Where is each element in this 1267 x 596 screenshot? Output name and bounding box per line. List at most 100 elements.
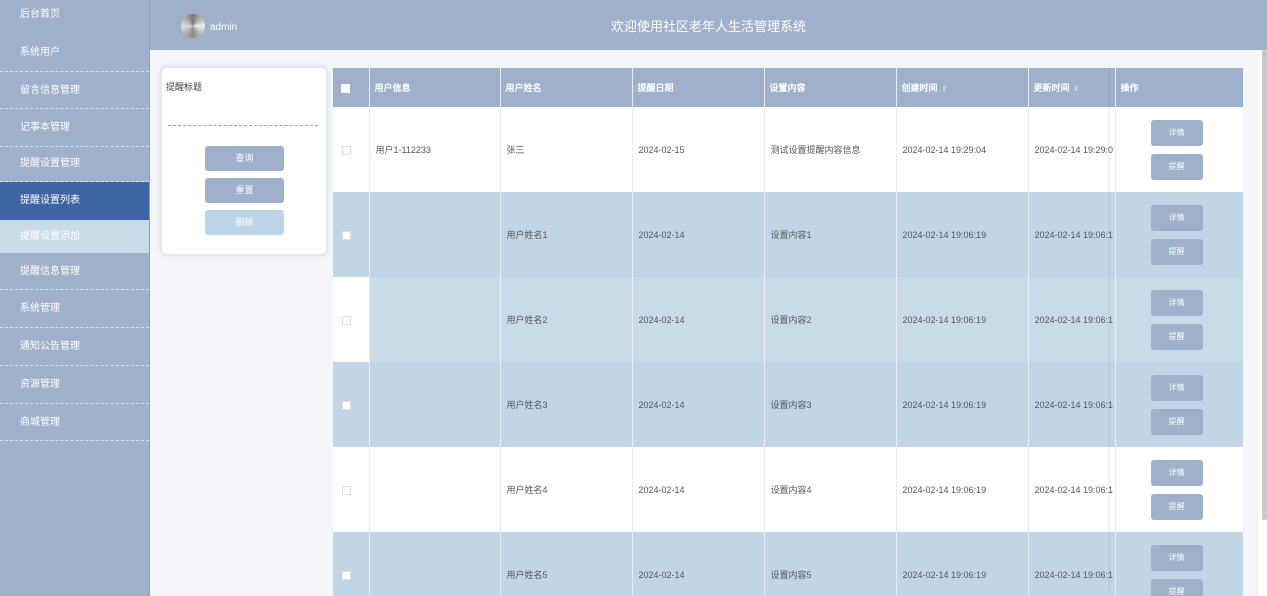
- sidebar-item-messages[interactable]: 留言信息管理: [0, 72, 149, 110]
- select-all-checkbox[interactable]: [341, 83, 350, 93]
- sidebar-item-system[interactable]: 系统管理: [0, 290, 149, 329]
- cell-user-name: 用户姓名3: [500, 362, 633, 447]
- cell-content: 设置内容5: [764, 532, 897, 596]
- cell-user-info: [369, 532, 501, 596]
- sidebar-item-reminder-list[interactable]: 提醒设置列表: [0, 182, 149, 220]
- table-row: 用户姓名3 2024-02-14 设置内容3 2024-02-14 19:06:…: [333, 362, 1243, 447]
- cell-user-name: 用户姓名2: [500, 277, 633, 362]
- cell-actions: 详情 提醒: [1115, 447, 1243, 532]
- header-content: 设置内容: [764, 68, 897, 107]
- header-user-name: 用户姓名: [500, 68, 633, 107]
- detail-button[interactable]: 详情: [1150, 204, 1203, 231]
- remind-button[interactable]: 提醒: [1150, 323, 1203, 350]
- cell-user-info: [369, 192, 501, 277]
- table-header-row: 用户信息 用户姓名 提醒日期 设置内容 创建时间 ⇕ 更新时间 ⇕ 操作: [333, 68, 1243, 107]
- cell-updated: 2024-02-14 19:06:1: [1028, 532, 1116, 596]
- header-actions: 操作: [1115, 68, 1243, 107]
- sidebar-item-reminder-settings[interactable]: 提醒设置管理: [0, 147, 149, 183]
- cell-actions: 详情 提醒: [1115, 277, 1243, 362]
- cell-user-info: [369, 447, 501, 532]
- header-created-label: 创建时间: [901, 83, 938, 93]
- header-remind-date: 提醒日期: [632, 68, 765, 107]
- cell-user-name: 张三: [500, 107, 633, 192]
- cell-remind-date: 2024-02-14: [632, 447, 765, 532]
- page-title: 欢迎使用社区老年人生活管理系统: [610, 19, 806, 34]
- table-row: 用户1-112233 张三 2024-02-15 测试设置提醒内容信息 2024…: [333, 107, 1243, 192]
- query-button[interactable]: 查询: [205, 146, 284, 171]
- search-input[interactable]: [168, 112, 318, 126]
- header-created[interactable]: 创建时间 ⇕: [896, 68, 1029, 107]
- search-label: 提醒标题: [166, 82, 203, 92]
- detail-button[interactable]: 详情: [1150, 119, 1203, 146]
- cell-created: 2024-02-14 19:29:04: [896, 107, 1029, 192]
- sort-icon[interactable]: ⇕: [1074, 86, 1080, 93]
- detail-button[interactable]: 详情: [1150, 374, 1203, 401]
- row-checkbox[interactable]: [342, 485, 351, 495]
- cell-user-name: 用户姓名5: [500, 532, 633, 596]
- table-row: 用户姓名4 2024-02-14 设置内容4 2024-02-14 19:06:…: [333, 447, 1243, 532]
- remind-button[interactable]: 提醒: [1150, 408, 1203, 435]
- fixed-column-shadow: [1108, 68, 1111, 596]
- cell-updated: 2024-02-14 19:06:1: [1028, 277, 1116, 362]
- header-user-info: 用户信息: [369, 68, 501, 107]
- row-checkbox[interactable]: [342, 145, 351, 155]
- delete-button[interactable]: 删除: [205, 210, 284, 235]
- cell-updated: 2024-02-14 19:06:1: [1028, 362, 1116, 447]
- sort-icon[interactable]: ⇕: [942, 86, 948, 93]
- sidebar-item-system-users[interactable]: 系统用户: [0, 34, 149, 72]
- table-row: 用户姓名2 2024-02-14 设置内容2 2024-02-14 19:06:…: [333, 277, 1243, 362]
- vertical-scrollbar[interactable]: [1262, 50, 1267, 520]
- top-header: admin 欢迎使用社区老年人生活管理系统: [150, 0, 1267, 50]
- row-checkbox[interactable]: [342, 570, 351, 580]
- sidebar-item-notebook[interactable]: 记事本管理: [0, 109, 149, 148]
- detail-button[interactable]: 详情: [1150, 459, 1203, 486]
- cell-remind-date: 2024-02-14: [632, 277, 765, 362]
- reminder-table: 用户信息 用户姓名 提醒日期 设置内容 创建时间 ⇕ 更新时间 ⇕ 操作 用户1-1…: [333, 68, 1243, 596]
- cell-remind-date: 2024-02-14: [632, 532, 765, 596]
- cell-content: 设置内容4: [764, 447, 897, 532]
- cell-actions: 详情 提醒: [1115, 532, 1243, 596]
- table-row: 用户姓名5 2024-02-14 设置内容5 2024-02-14 19:06:…: [333, 532, 1243, 596]
- remind-button[interactable]: 提醒: [1150, 238, 1203, 265]
- cell-updated: 2024-02-14 19:29:0: [1028, 107, 1116, 192]
- detail-button[interactable]: 详情: [1150, 289, 1203, 316]
- header-updated[interactable]: 更新时间 ⇕: [1028, 68, 1116, 107]
- reset-button[interactable]: 重置: [205, 178, 284, 203]
- sidebar-item-notices[interactable]: 通知公告管理: [0, 328, 149, 366]
- remind-button[interactable]: 提醒: [1150, 153, 1203, 180]
- sidebar: 后台首页 系统用户 留言信息管理 记事本管理 提醒设置管理 提醒设置列表 提醒设…: [0, 0, 150, 596]
- cell-created: 2024-02-14 19:06:19: [896, 277, 1029, 362]
- sidebar-item-resources[interactable]: 资源管理: [0, 366, 149, 404]
- table-row: 用户姓名1 2024-02-14 设置内容1 2024-02-14 19:06:…: [333, 192, 1243, 277]
- cell-actions: 详情 提醒: [1115, 192, 1243, 277]
- cell-remind-date: 2024-02-15: [632, 107, 765, 192]
- remind-button[interactable]: 提醒: [1150, 578, 1203, 596]
- sidebar-item-home[interactable]: 后台首页: [0, 0, 149, 34]
- cell-content: 设置内容1: [764, 192, 897, 277]
- detail-button[interactable]: 详情: [1150, 544, 1203, 571]
- sidebar-item-reminder-add[interactable]: 提醒设置添加: [0, 219, 149, 253]
- sidebar-item-reminder-info[interactable]: 提醒信息管理: [0, 253, 149, 291]
- cell-content: 测试设置提醒内容信息: [764, 107, 897, 192]
- cell-user-info: 用户1-112233: [369, 107, 501, 192]
- cell-content: 设置内容3: [764, 362, 897, 447]
- cell-created: 2024-02-14 19:06:19: [896, 192, 1029, 277]
- cell-user-name: 用户姓名4: [500, 447, 633, 532]
- cell-created: 2024-02-14 19:06:19: [896, 532, 1029, 596]
- cell-created: 2024-02-14 19:06:19: [896, 362, 1029, 447]
- cell-user-info: [369, 362, 501, 447]
- sidebar-item-mall[interactable]: 商城管理: [0, 404, 149, 442]
- row-checkbox[interactable]: [342, 230, 351, 240]
- remind-button[interactable]: 提醒: [1150, 493, 1203, 520]
- row-checkbox[interactable]: [342, 400, 351, 410]
- search-panel: 提醒标题 查询 重置 删除: [161, 67, 327, 255]
- cell-user-info: [369, 277, 501, 362]
- cell-content: 设置内容2: [764, 277, 897, 362]
- cell-remind-date: 2024-02-14: [632, 362, 765, 447]
- cell-updated: 2024-02-14 19:06:1: [1028, 447, 1116, 532]
- cell-updated: 2024-02-14 19:06:1: [1028, 192, 1116, 277]
- cell-actions: 详情 提醒: [1115, 107, 1243, 192]
- cell-user-name: 用户姓名1: [500, 192, 633, 277]
- row-checkbox[interactable]: [342, 315, 351, 325]
- header-updated-label: 更新时间: [1033, 83, 1070, 93]
